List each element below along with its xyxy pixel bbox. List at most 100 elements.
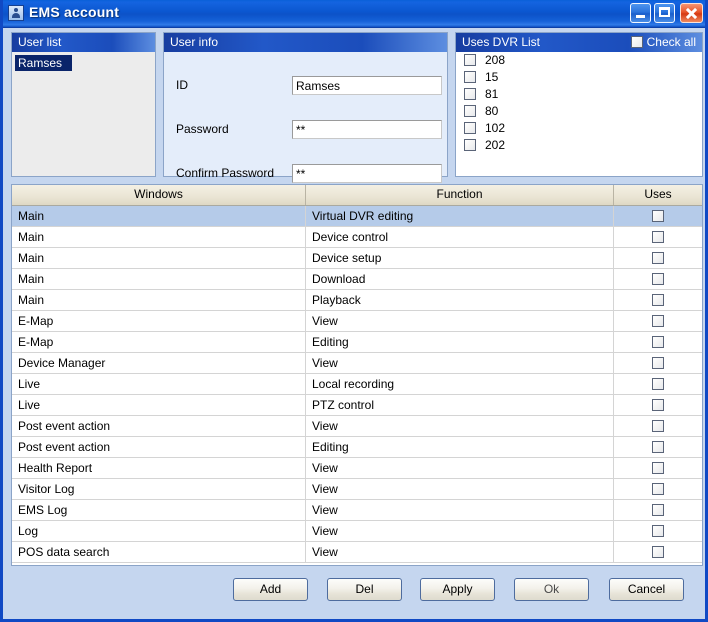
dvr-item-checkbox-icon[interactable]	[464, 105, 476, 117]
uses-checkbox-icon[interactable]	[652, 441, 664, 453]
uses-checkbox-icon[interactable]	[652, 273, 664, 285]
uses-checkbox-icon[interactable]	[652, 525, 664, 537]
table-row[interactable]: POS data search View	[12, 542, 702, 563]
password-field-row: Password	[164, 120, 447, 140]
dvr-list-item[interactable]: 80	[456, 103, 702, 120]
cell-uses[interactable]	[614, 500, 702, 520]
uses-checkbox-icon[interactable]	[652, 294, 664, 306]
dvr-item-checkbox-icon[interactable]	[464, 88, 476, 100]
table-row[interactable]: Main Device control	[12, 227, 702, 248]
id-input[interactable]	[292, 76, 442, 95]
cell-uses[interactable]	[614, 479, 702, 499]
dvr-item-checkbox-icon[interactable]	[464, 54, 476, 66]
cancel-button[interactable]: Cancel	[609, 578, 684, 601]
cell-uses[interactable]	[614, 290, 702, 310]
confirm-password-input[interactable]	[292, 164, 442, 183]
uses-checkbox-icon[interactable]	[652, 378, 664, 390]
cell-uses[interactable]	[614, 206, 702, 226]
cell-function: Playback	[306, 290, 614, 310]
dvr-item-checkbox-icon[interactable]	[464, 139, 476, 151]
password-input[interactable]	[292, 120, 442, 139]
cell-function: View	[306, 542, 614, 562]
table-row[interactable]: E-Map View	[12, 311, 702, 332]
column-header-windows[interactable]: Windows	[12, 185, 306, 205]
close-button[interactable]	[680, 3, 703, 23]
dvr-list-item[interactable]: 81	[456, 86, 702, 103]
user-list-item-ramses[interactable]: Ramses	[15, 55, 73, 71]
table-row[interactable]: Main Playback	[12, 290, 702, 311]
cell-uses[interactable]	[614, 395, 702, 415]
user-list-body[interactable]: Ramses	[12, 52, 155, 176]
del-button[interactable]: Del	[327, 578, 402, 601]
table-row[interactable]: Main Download	[12, 269, 702, 290]
cell-uses[interactable]	[614, 437, 702, 457]
uses-checkbox-icon[interactable]	[652, 483, 664, 495]
cell-window: Main	[12, 248, 306, 268]
cell-uses[interactable]	[614, 227, 702, 247]
dvr-item-checkbox-icon[interactable]	[464, 122, 476, 134]
check-all-toggle[interactable]: Check all	[630, 35, 696, 49]
uses-checkbox-icon[interactable]	[652, 462, 664, 474]
table-row[interactable]: Live PTZ control	[12, 395, 702, 416]
cell-window: E-Map	[12, 311, 306, 331]
cell-uses[interactable]	[614, 542, 702, 562]
uses-checkbox-icon[interactable]	[652, 357, 664, 369]
add-button[interactable]: Add	[233, 578, 308, 601]
apply-button[interactable]: Apply	[420, 578, 495, 601]
maximize-button[interactable]	[654, 3, 675, 23]
table-row[interactable]: Post event action View	[12, 416, 702, 437]
table-row[interactable]: Live Local recording	[12, 374, 702, 395]
uses-checkbox-icon[interactable]	[652, 210, 664, 222]
cell-uses[interactable]	[614, 248, 702, 268]
table-row[interactable]: E-Map Editing	[12, 332, 702, 353]
cell-uses[interactable]	[614, 311, 702, 331]
uses-checkbox-icon[interactable]	[652, 231, 664, 243]
table-row[interactable]: Post event action Editing	[12, 437, 702, 458]
cell-uses[interactable]	[614, 332, 702, 352]
table-row[interactable]: Main Virtual DVR editing	[12, 206, 702, 227]
dvr-list-item[interactable]: 208	[456, 52, 702, 69]
minimize-button[interactable]	[630, 3, 651, 23]
check-all-checkbox-icon[interactable]	[630, 36, 643, 48]
uses-checkbox-icon[interactable]	[652, 336, 664, 348]
cell-uses[interactable]	[614, 521, 702, 541]
cell-function: Download	[306, 269, 614, 289]
cell-uses[interactable]	[614, 458, 702, 478]
uses-checkbox-icon[interactable]	[652, 420, 664, 432]
cell-uses[interactable]	[614, 353, 702, 373]
table-row[interactable]: Device Manager View	[12, 353, 702, 374]
uses-checkbox-icon[interactable]	[652, 504, 664, 516]
uses-dvr-list-body: 208 15 81 80 102 202	[456, 52, 702, 176]
table-row[interactable]: EMS Log View	[12, 500, 702, 521]
cell-uses[interactable]	[614, 416, 702, 436]
table-row[interactable]: Visitor Log View	[12, 479, 702, 500]
ok-button[interactable]: Ok	[514, 578, 589, 601]
cell-function: View	[306, 458, 614, 478]
column-header-function[interactable]: Function	[306, 185, 614, 205]
column-header-uses[interactable]: Uses	[614, 185, 702, 205]
cell-function: Local recording	[306, 374, 614, 394]
cell-window: EMS Log	[12, 500, 306, 520]
dvr-list-item[interactable]: 15	[456, 69, 702, 86]
uses-checkbox-icon[interactable]	[652, 399, 664, 411]
user-info-panel: User info ID Password Confirm Password	[163, 32, 448, 183]
dvr-item-label: 15	[485, 70, 499, 84]
uses-dvr-list-title-bar: Uses DVR List Check all	[456, 33, 702, 52]
dvr-item-checkbox-icon[interactable]	[464, 71, 476, 83]
table-row[interactable]: Main Device setup	[12, 248, 702, 269]
cell-window: Main	[12, 290, 306, 310]
uses-checkbox-icon[interactable]	[652, 252, 664, 264]
dvr-list-item[interactable]: 202	[456, 137, 702, 154]
table-row[interactable]: Health Report View	[12, 458, 702, 479]
cell-window: Live	[12, 374, 306, 394]
cell-uses[interactable]	[614, 374, 702, 394]
cell-function: Editing	[306, 437, 614, 457]
cell-uses[interactable]	[614, 269, 702, 289]
table-row[interactable]: Log View	[12, 521, 702, 542]
cell-window: Post event action	[12, 416, 306, 436]
user-icon	[8, 5, 24, 21]
confirm-password-field-row: Confirm Password	[164, 164, 447, 184]
uses-checkbox-icon[interactable]	[652, 315, 664, 327]
dvr-list-item[interactable]: 102	[456, 120, 702, 137]
uses-checkbox-icon[interactable]	[652, 546, 664, 558]
